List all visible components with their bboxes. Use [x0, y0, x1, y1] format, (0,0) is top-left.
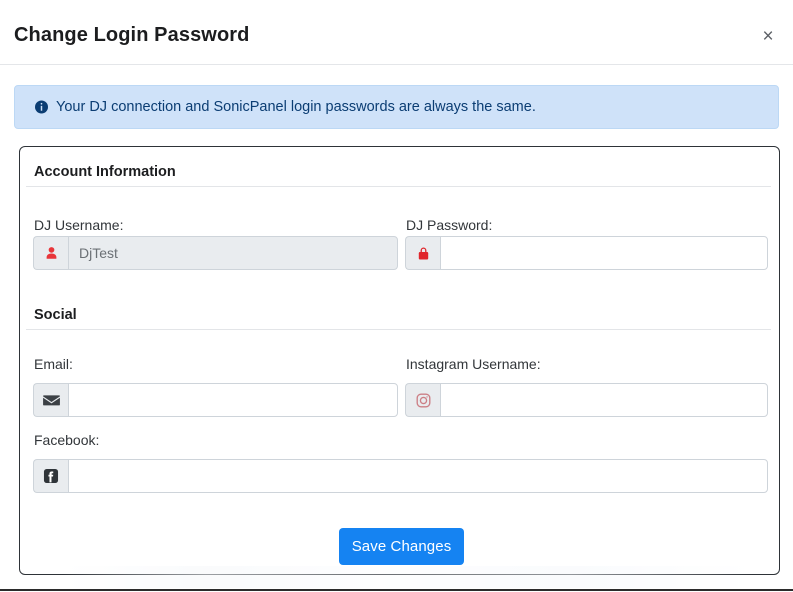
- info-circle-icon: [35, 100, 48, 114]
- close-icon[interactable]: ×: [755, 24, 781, 50]
- field-dj-password[interactable]: [405, 236, 768, 270]
- alert-message: Your DJ connection and SonicPanel login …: [56, 99, 536, 115]
- user-icon-glyph: [46, 247, 56, 259]
- field-email[interactable]: [33, 383, 398, 417]
- section-divider-account: [26, 186, 771, 187]
- label-email: Email:: [34, 356, 73, 372]
- user-icon: [33, 236, 68, 270]
- change-login-password-modal: Change Login Password × Your DJ connecti…: [0, 0, 793, 592]
- lock-icon: [405, 236, 440, 270]
- field-dj-username[interactable]: [33, 236, 398, 270]
- envelope-icon: [33, 383, 68, 417]
- facebook-icon: [33, 459, 68, 493]
- field-instagram-username[interactable]: [405, 383, 768, 417]
- instagram-icon-glyph: [416, 393, 430, 407]
- label-facebook: Facebook:: [34, 432, 100, 448]
- window-bottom-edge: [0, 589, 793, 591]
- section-title-account-information: Account Information: [34, 164, 176, 180]
- modal-header: Change Login Password ×: [0, 0, 793, 65]
- dj-username-input[interactable]: [68, 236, 398, 270]
- account-card: Account Information DJ Username: DJ Pass…: [19, 146, 780, 575]
- label-instagram-username: Instagram Username:: [406, 356, 541, 372]
- label-dj-password: DJ Password:: [406, 217, 493, 233]
- email-input[interactable]: [68, 383, 398, 417]
- envelope-icon-glyph: [42, 394, 60, 405]
- lock-icon-glyph: [418, 246, 428, 260]
- page-title: Change Login Password: [14, 24, 250, 46]
- instagram-username-input[interactable]: [440, 383, 768, 417]
- save-changes-button[interactable]: Save Changes: [339, 528, 464, 565]
- field-facebook[interactable]: [33, 459, 768, 493]
- section-title-social: Social: [34, 307, 77, 323]
- section-divider-social: [26, 329, 771, 330]
- label-dj-username: DJ Username:: [34, 217, 124, 233]
- info-alert: Your DJ connection and SonicPanel login …: [14, 85, 779, 129]
- facebook-input[interactable]: [68, 459, 768, 493]
- facebook-icon-glyph: [43, 468, 59, 484]
- instagram-icon: [405, 383, 440, 417]
- dj-password-input[interactable]: [440, 236, 768, 270]
